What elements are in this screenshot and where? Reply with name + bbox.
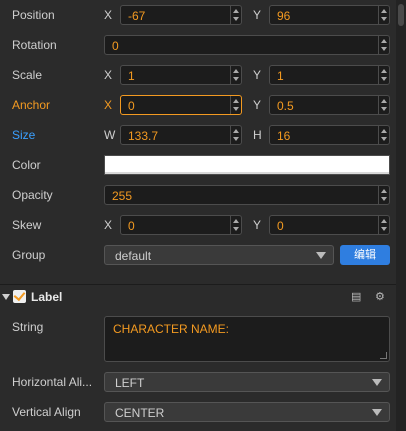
opacity-stepper[interactable]: [378, 186, 389, 204]
chevron-down-icon: [372, 379, 382, 386]
label-component-header[interactable]: Label ▤ ⚙: [0, 284, 396, 309]
vertical-align-label: Vertical Align: [12, 405, 81, 419]
skew-y-axis: Y: [253, 218, 262, 232]
anchor-row: Anchor X 0 Y 0.5: [0, 90, 396, 120]
group-row: Group default 编辑: [0, 240, 396, 270]
vertical-align-select[interactable]: CENTER: [104, 402, 390, 422]
position-x-value: -67: [128, 9, 146, 23]
enabled-checkbox[interactable]: [13, 288, 26, 303]
color-picker[interactable]: [104, 155, 390, 175]
vertical-align-row: Vertical Align CENTER: [0, 397, 396, 427]
horizontal-align-row: Horizontal Ali... LEFT: [0, 367, 396, 397]
position-label: Position: [12, 8, 55, 22]
position-x-stepper[interactable]: [230, 6, 241, 24]
skew-x-stepper[interactable]: [230, 216, 241, 234]
anchor-x-stepper[interactable]: [230, 96, 241, 114]
component-title: Label: [31, 290, 63, 304]
group-label: Group: [12, 248, 46, 262]
position-y-axis: Y: [253, 8, 262, 22]
scale-row: Scale X 1 Y 1: [0, 60, 396, 90]
size-w-value: 133.7: [128, 129, 159, 143]
group-value: default: [115, 249, 152, 263]
horizontal-align-select[interactable]: LEFT: [104, 372, 390, 392]
anchor-y-stepper[interactable]: [378, 96, 389, 114]
size-h-axis: H: [253, 128, 262, 142]
vertical-align-value: CENTER: [115, 406, 165, 420]
gear-icon[interactable]: ⚙: [375, 290, 385, 303]
anchor-y-axis: Y: [253, 98, 262, 112]
skew-row: Skew X 0 Y 0: [0, 210, 396, 240]
size-h-stepper[interactable]: [378, 126, 389, 144]
position-x-input[interactable]: -67: [120, 5, 242, 25]
anchor-y-value: 0.5: [277, 99, 294, 113]
skew-x-input[interactable]: 0: [120, 215, 242, 235]
rotation-label: Rotation: [12, 38, 57, 52]
color-row: Color: [0, 150, 396, 180]
string-label: String: [12, 320, 44, 334]
size-label: Size: [12, 128, 36, 142]
size-w-stepper[interactable]: [230, 126, 241, 144]
scrollbar[interactable]: [396, 0, 406, 431]
position-x-axis: X: [104, 8, 113, 22]
anchor-label: Anchor: [12, 98, 51, 112]
skew-y-value: 0: [277, 219, 284, 233]
opacity-value: 255: [112, 189, 133, 203]
size-h-input[interactable]: 16: [269, 125, 390, 145]
anchor-y-input[interactable]: 0.5: [269, 95, 390, 115]
rotation-value: 0: [112, 39, 119, 53]
size-w-input[interactable]: 133.7: [120, 125, 242, 145]
book-icon[interactable]: ▤: [351, 290, 361, 303]
opacity-label: Opacity: [12, 188, 53, 202]
scale-x-input[interactable]: 1: [120, 65, 242, 85]
skew-x-value: 0: [128, 219, 135, 233]
color-label: Color: [12, 158, 41, 172]
position-row: Position X -67 Y 96: [0, 0, 396, 30]
scale-label: Scale: [12, 68, 43, 82]
rotation-row: Rotation 0: [0, 30, 396, 60]
edit-group-button[interactable]: 编辑: [340, 245, 390, 265]
opacity-input[interactable]: 255: [104, 185, 390, 205]
string-textarea[interactable]: CHARACTER NAME:: [104, 316, 390, 362]
rotation-input[interactable]: 0: [104, 35, 390, 55]
scale-x-value: 1: [128, 69, 135, 83]
string-value: CHARACTER NAME:: [113, 322, 230, 336]
scale-y-input[interactable]: 1: [269, 65, 390, 85]
color-alpha-bar: [105, 172, 389, 174]
position-y-input[interactable]: 96: [269, 5, 390, 25]
position-y-stepper[interactable]: [378, 6, 389, 24]
skew-x-axis: X: [104, 218, 113, 232]
size-row: Size W 133.7 H 16: [0, 120, 396, 150]
anchor-x-input[interactable]: 0: [120, 95, 242, 115]
scale-y-stepper[interactable]: [378, 66, 389, 84]
scale-x-stepper[interactable]: [230, 66, 241, 84]
skew-label: Skew: [12, 218, 42, 232]
anchor-x-value: 0: [128, 99, 135, 113]
scale-y-axis: Y: [253, 68, 262, 82]
scrollbar-thumb[interactable]: [398, 4, 404, 26]
collapse-triangle-icon[interactable]: [2, 294, 10, 300]
opacity-row: Opacity 255: [0, 180, 396, 210]
horizontal-align-label: Horizontal Ali...: [12, 375, 93, 389]
scale-y-value: 1: [277, 69, 284, 83]
group-select[interactable]: default: [104, 245, 334, 265]
anchor-x-axis: X: [104, 98, 113, 112]
size-h-value: 16: [277, 129, 291, 143]
chevron-down-icon: [316, 252, 326, 259]
scale-x-axis: X: [104, 68, 113, 82]
skew-y-stepper[interactable]: [378, 216, 389, 234]
horizontal-align-value: LEFT: [115, 376, 145, 390]
position-y-value: 96: [277, 9, 291, 23]
resize-handle-icon[interactable]: [380, 352, 387, 359]
skew-y-input[interactable]: 0: [269, 215, 390, 235]
chevron-down-icon: [372, 409, 382, 416]
size-w-axis: W: [104, 128, 116, 142]
rotation-stepper[interactable]: [378, 36, 389, 54]
checkmark-icon: [13, 288, 26, 302]
